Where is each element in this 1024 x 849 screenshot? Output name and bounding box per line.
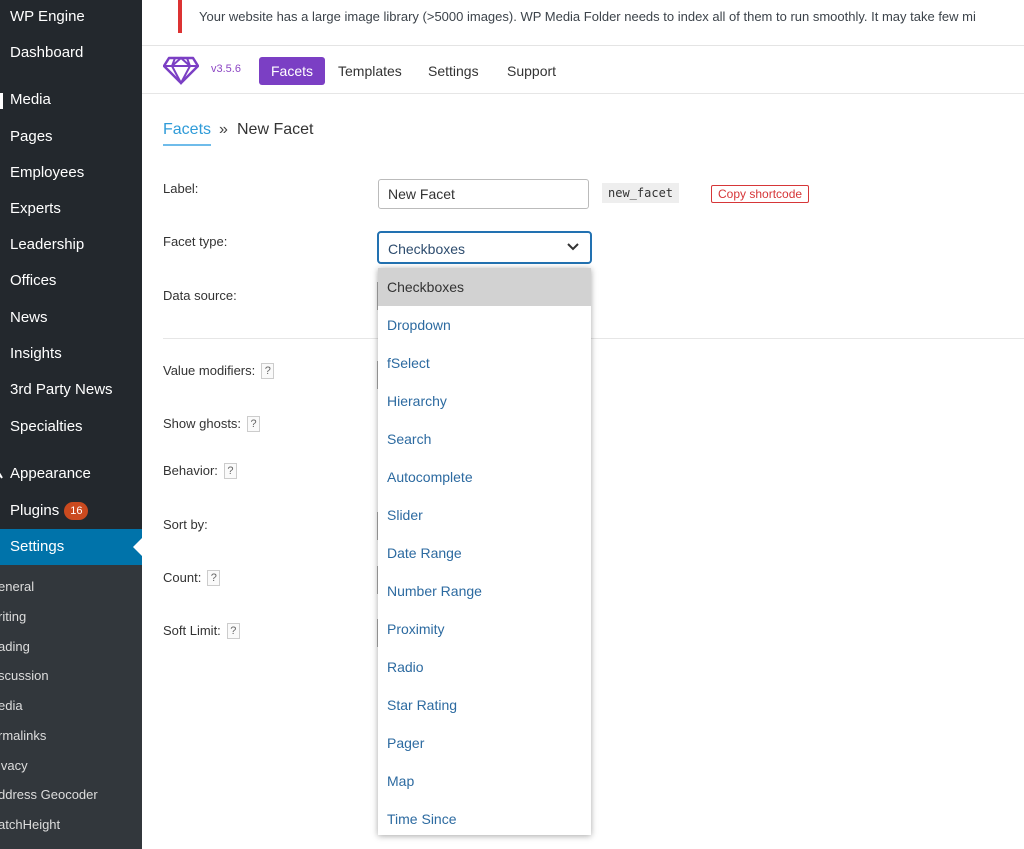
option-dropdown[interactable]: Dropdown <box>378 306 591 344</box>
soft-limit-label: Soft Limit:? <box>163 623 240 639</box>
help-icon[interactable]: ? <box>207 570 221 586</box>
section-divider <box>163 338 1024 339</box>
breadcrumb-separator: » <box>219 121 228 138</box>
sidebar-item-specialties[interactable]: Specialties <box>10 417 83 437</box>
label-field-label: Label: <box>163 181 199 196</box>
option-autocomplete[interactable]: Autocomplete <box>378 458 591 496</box>
sidebar-item-wp-engine[interactable]: WP Engine <box>10 7 85 27</box>
facet-type-label: Facet type: <box>163 234 228 249</box>
value-modifiers-text: Value modifiers: <box>163 363 256 378</box>
soft-limit-text: Soft Limit: <box>163 623 221 638</box>
plugins-update-badge: 16 <box>64 502 89 520</box>
sidebar-item-label: Plugins <box>10 502 60 519</box>
sidebar-item-3rd-party-news[interactable]: 3rd Party News <box>10 380 113 400</box>
option-hierarchy[interactable]: Hierarchy <box>378 382 591 420</box>
option-checkboxes[interactable]: Checkboxes <box>378 268 591 306</box>
help-icon[interactable]: ? <box>226 623 240 639</box>
count-label: Count:? <box>163 570 221 586</box>
submenu-general[interactable]: eneral <box>0 578 34 596</box>
option-map[interactable]: Map <box>378 762 591 800</box>
option-radio[interactable]: Radio <box>378 648 591 686</box>
facet-type-dropdown: Checkboxes Dropdown fSelect Hierarchy Se… <box>378 268 591 835</box>
option-slider[interactable]: Slider <box>378 496 591 534</box>
notice-text: Your website has a large image library (… <box>199 9 976 24</box>
behavior-text: Behavior: <box>163 463 218 478</box>
sidebar-item-offices[interactable]: Offices <box>10 271 56 291</box>
sidebar-item-news[interactable]: News <box>10 308 48 328</box>
facetwp-diamond-icon[interactable] <box>163 55 199 85</box>
sidebar-item-experts[interactable]: Experts <box>10 199 61 219</box>
facet-type-value: Checkboxes <box>388 241 466 257</box>
settings-submenu: eneral riting ading scussion edia rmalin… <box>0 565 142 849</box>
value-modifiers-label: Value modifiers:? <box>163 363 275 379</box>
count-text: Count: <box>163 570 202 585</box>
tab-templates[interactable]: Templates <box>338 57 402 85</box>
option-date-range[interactable]: Date Range <box>378 534 591 572</box>
submenu-permalinks[interactable]: rmalinks <box>0 727 46 745</box>
copy-shortcode-button[interactable]: Copy shortcode <box>711 185 810 203</box>
submenu-discussion[interactable]: scussion <box>0 667 49 685</box>
facet-name-code: new_facet <box>602 183 680 203</box>
sidebar-item-media[interactable]: Media <box>10 90 51 110</box>
option-search[interactable]: Search <box>378 420 591 458</box>
sidebar-item-appearance[interactable]: Appearance <box>10 464 91 484</box>
submenu-matchheight[interactable]: atchHeight <box>0 816 60 834</box>
facet-type-select[interactable]: Checkboxes <box>377 231 592 264</box>
submenu-privacy[interactable]: ivacy <box>0 757 28 775</box>
submenu-writing[interactable]: riting <box>0 608 26 626</box>
behavior-label: Behavior:? <box>163 463 237 479</box>
admin-notice: Your website has a large image library (… <box>178 0 1024 33</box>
sidebar-item-pages[interactable]: Pages <box>10 127 53 147</box>
media-icon <box>0 93 3 109</box>
data-source-label: Data source: <box>163 288 237 303</box>
help-icon[interactable]: ? <box>247 416 261 432</box>
facet-label-input[interactable] <box>378 179 589 209</box>
submenu-address-geocoder[interactable]: ddress Geocoder <box>0 786 98 804</box>
admin-sidebar: WP Engine Dashboard Media Pages Employee… <box>0 0 142 849</box>
option-star-rating[interactable]: Star Rating <box>378 686 591 724</box>
breadcrumb-current: New Facet <box>237 121 314 138</box>
tab-settings[interactable]: Settings <box>428 57 479 85</box>
tab-facets[interactable]: Facets <box>259 57 326 85</box>
help-icon[interactable]: ? <box>261 363 275 379</box>
submenu-media[interactable]: edia <box>0 697 23 715</box>
appearance-icon <box>0 472 3 479</box>
breadcrumb-facets-link[interactable]: Facets <box>163 121 212 146</box>
sidebar-item-insights[interactable]: Insights <box>10 344 62 364</box>
sidebar-item-employees[interactable]: Employees <box>10 163 84 183</box>
chevron-down-icon <box>567 243 579 251</box>
sidebar-item-dashboard[interactable]: Dashboard <box>10 43 83 63</box>
option-number-range[interactable]: Number Range <box>378 572 591 610</box>
sidebar-item-plugins[interactable]: Plugins 16 <box>10 501 89 521</box>
sidebar-item-settings[interactable]: Settings <box>10 537 64 557</box>
show-ghosts-text: Show ghosts: <box>163 416 242 431</box>
notice-divider <box>142 45 1024 46</box>
option-time-since[interactable]: Time Since <box>378 800 591 838</box>
nav-divider <box>142 93 1024 94</box>
active-indicator-arrow <box>133 538 142 556</box>
tab-support[interactable]: Support <box>507 57 556 85</box>
show-ghosts-label: Show ghosts:? <box>163 416 261 432</box>
option-proximity[interactable]: Proximity <box>378 610 591 648</box>
option-fselect[interactable]: fSelect <box>378 344 591 382</box>
option-pager[interactable]: Pager <box>378 724 591 762</box>
submenu-reading[interactable]: ading <box>0 638 30 656</box>
help-icon[interactable]: ? <box>223 463 237 479</box>
sidebar-item-leadership[interactable]: Leadership <box>10 235 84 255</box>
plugin-version: v3.5.6 <box>211 63 241 75</box>
sort-by-label: Sort by: <box>163 517 208 532</box>
